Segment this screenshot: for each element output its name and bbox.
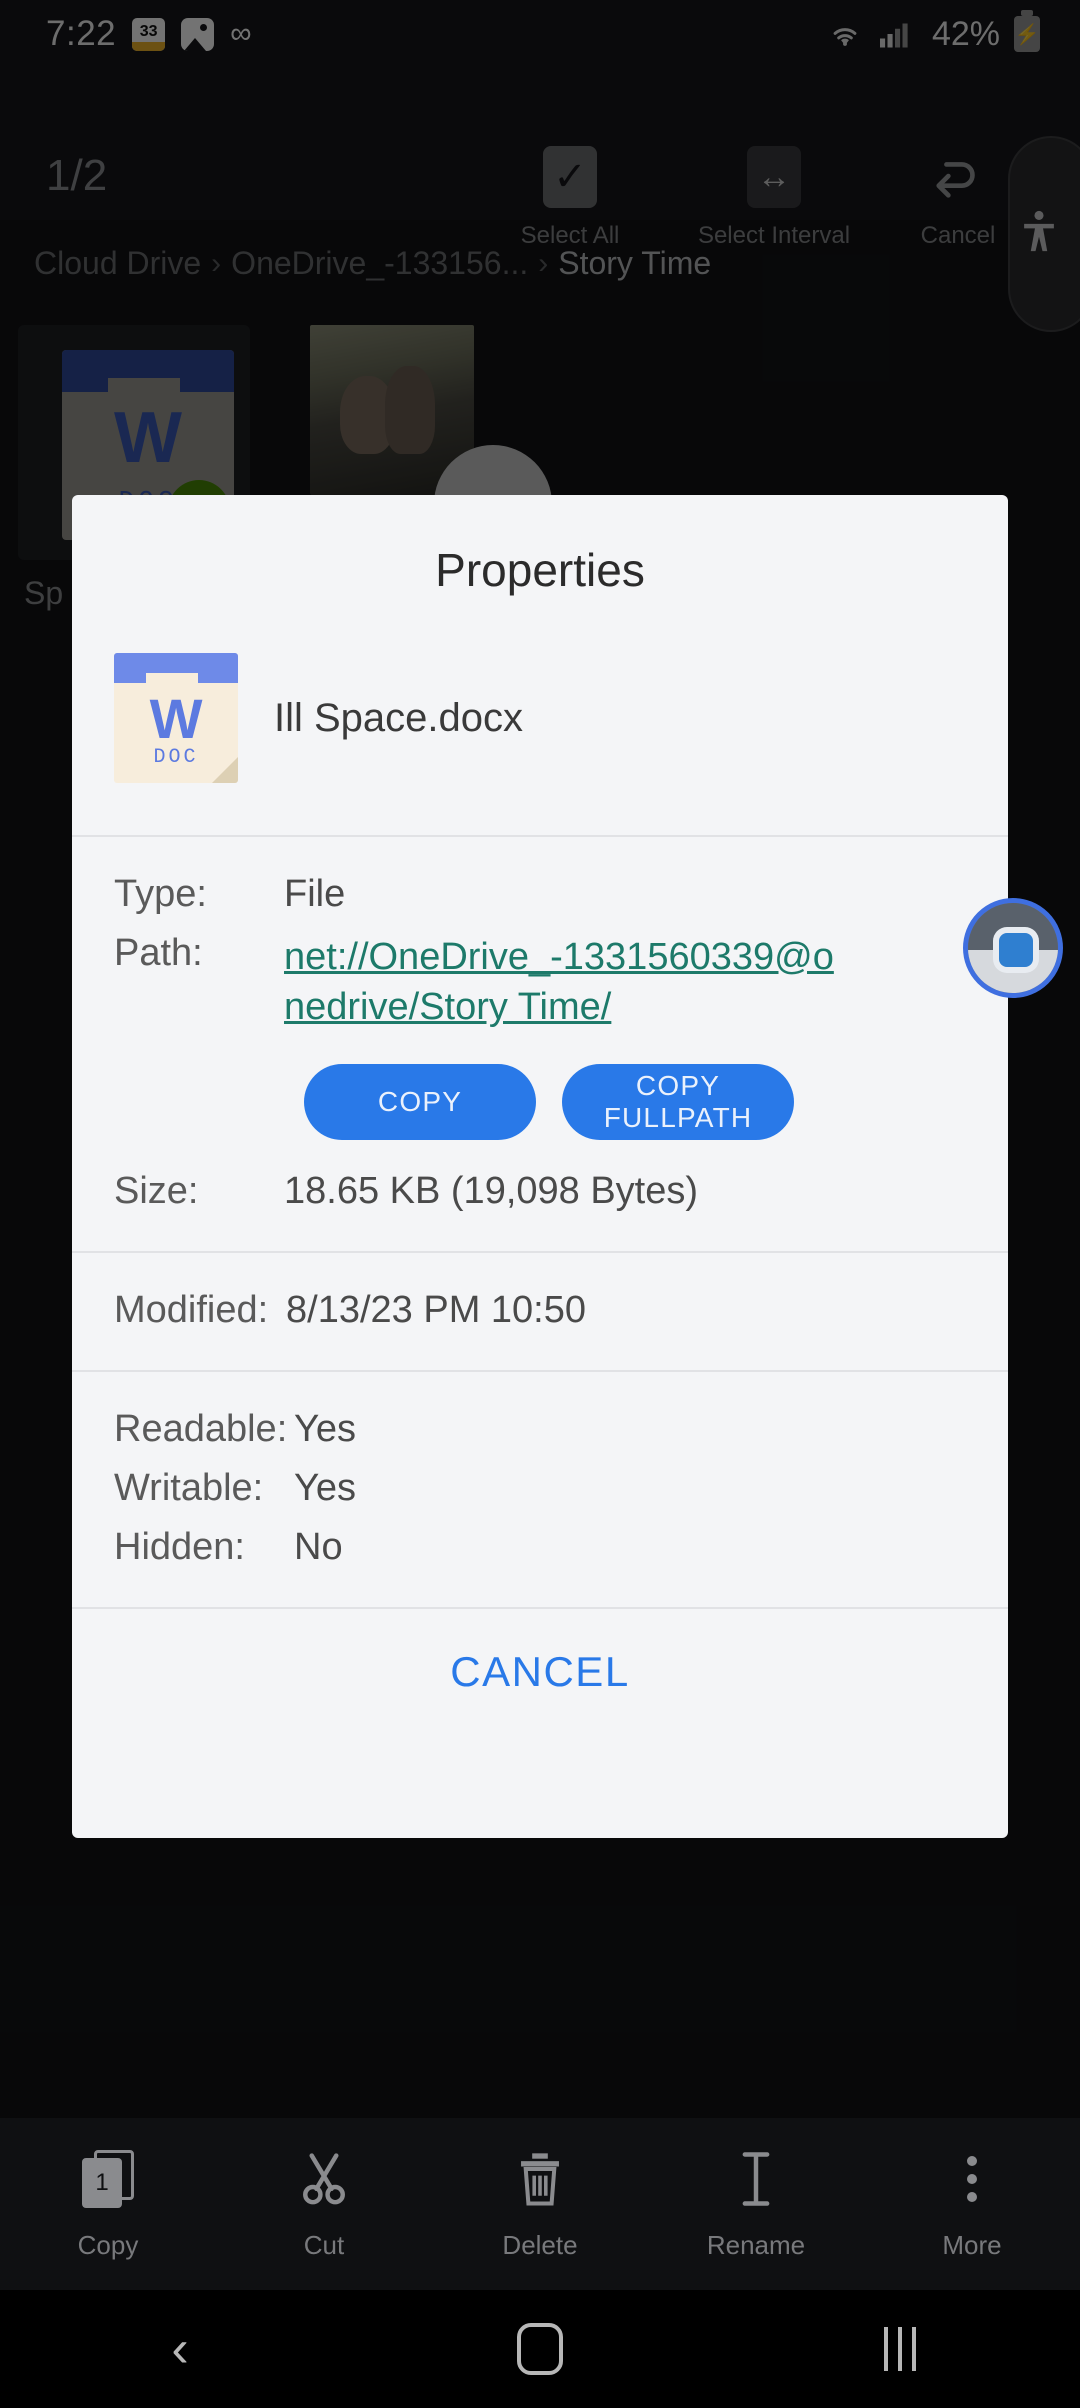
property-row-size: Size: 18.65 KB (19,098 Bytes) <box>72 1162 1008 1221</box>
text-cursor-icon <box>729 2148 783 2210</box>
readable-label: Readable: <box>114 1408 288 1451</box>
dialog-section-permissions: Readable: Yes Writable: Yes Hidden: No <box>72 1372 1008 1607</box>
copy-icon: 1 <box>82 2148 134 2210</box>
property-row-type: Type: File <box>72 865 1008 924</box>
path-label: Path: <box>114 932 203 974</box>
type-value: File <box>284 873 346 915</box>
delete-action-button[interactable]: Delete <box>432 2118 648 2290</box>
more-action-label: More <box>942 2229 1002 2260</box>
system-navigation-bar: ‹ <box>0 2290 1080 2408</box>
dialog-file-header: W DOC Ill Space.docx <box>72 597 1008 835</box>
delete-action-label: Delete <box>502 2229 578 2260</box>
nav-back-button[interactable]: ‹ <box>0 2290 360 2408</box>
dialog-title: Properties <box>435 544 645 596</box>
property-row-writable: Writable: Yes <box>72 1459 1008 1518</box>
hidden-label: Hidden: <box>114 1526 245 1569</box>
docx-file-icon: W DOC <box>114 653 238 783</box>
modified-value: 8/13/23 PM 10:50 <box>286 1289 586 1332</box>
path-link[interactable]: net://OneDrive_-1331560339@onedrive/Stor… <box>284 932 844 1032</box>
dialog-section-modified: Modified: 8/13/23 PM 10:50 <box>72 1253 1008 1370</box>
cut-action-button[interactable]: Cut <box>216 2118 432 2290</box>
file-icon-letter: W <box>149 687 203 750</box>
copy-action-label: Copy <box>77 2229 139 2260</box>
nav-home-button[interactable] <box>360 2290 720 2408</box>
property-row-readable: Readable: Yes <box>72 1400 1008 1459</box>
property-row-path: Path: net://OneDrive_-1331560339@onedriv… <box>72 924 1008 1040</box>
scissors-icon <box>297 2148 351 2210</box>
copy-count-badge: 1 <box>82 2157 122 2208</box>
dialog-section-general: Type: File Path: net://OneDrive_-1331560… <box>72 837 1008 1251</box>
copy-action-button[interactable]: 1 Copy <box>0 2118 216 2290</box>
path-value[interactable]: net://OneDrive_-1331560339@onedrive/Stor… <box>284 932 844 1032</box>
property-row-hidden: Hidden: No <box>72 1518 1008 1577</box>
back-chevron-icon: ‹ <box>171 2320 189 2378</box>
hidden-value: No <box>294 1526 343 1569</box>
recents-lines-icon <box>884 2327 916 2371</box>
copy-fullpath-button[interactable]: COPY FULLPATH <box>562 1064 794 1141</box>
writable-label: Writable: <box>114 1467 264 1510</box>
dialog-file-name: Ill Space.docx <box>274 695 524 740</box>
action-toolbar: 1 Copy Cut Delete Rename More <box>0 2118 1080 2290</box>
copy-button-group: COPY COPY FULLPATH <box>72 1040 1008 1162</box>
modified-label: Modified: <box>114 1289 269 1332</box>
dialog-cancel-button[interactable]: CANCEL <box>72 1609 1008 1735</box>
more-action-button[interactable]: More <box>864 2118 1080 2290</box>
floating-assistant-bubble[interactable] <box>963 898 1063 998</box>
copy-button[interactable]: COPY <box>304 1064 536 1141</box>
properties-dialog: Properties W DOC Ill Space.docx Type: Fi… <box>72 495 1008 1838</box>
size-value: 18.65 KB (19,098 Bytes) <box>284 1170 699 1213</box>
readable-value: Yes <box>294 1408 356 1451</box>
more-vertical-icon <box>967 2148 977 2210</box>
cut-action-label: Cut <box>303 2229 345 2260</box>
property-row-modified: Modified: 8/13/23 PM 10:50 <box>72 1281 1008 1340</box>
rename-action-button[interactable]: Rename <box>648 2118 864 2290</box>
nav-recents-button[interactable] <box>720 2290 1080 2408</box>
type-label: Type: <box>114 873 207 915</box>
rename-action-label: Rename <box>706 2229 806 2260</box>
writable-value: Yes <box>294 1467 356 1510</box>
size-label: Size: <box>114 1170 199 1213</box>
home-square-icon <box>517 2323 563 2375</box>
trash-icon <box>513 2148 567 2210</box>
phone-screen: 7:22 33 ∞ 42% 1/2 <box>0 0 1080 2408</box>
